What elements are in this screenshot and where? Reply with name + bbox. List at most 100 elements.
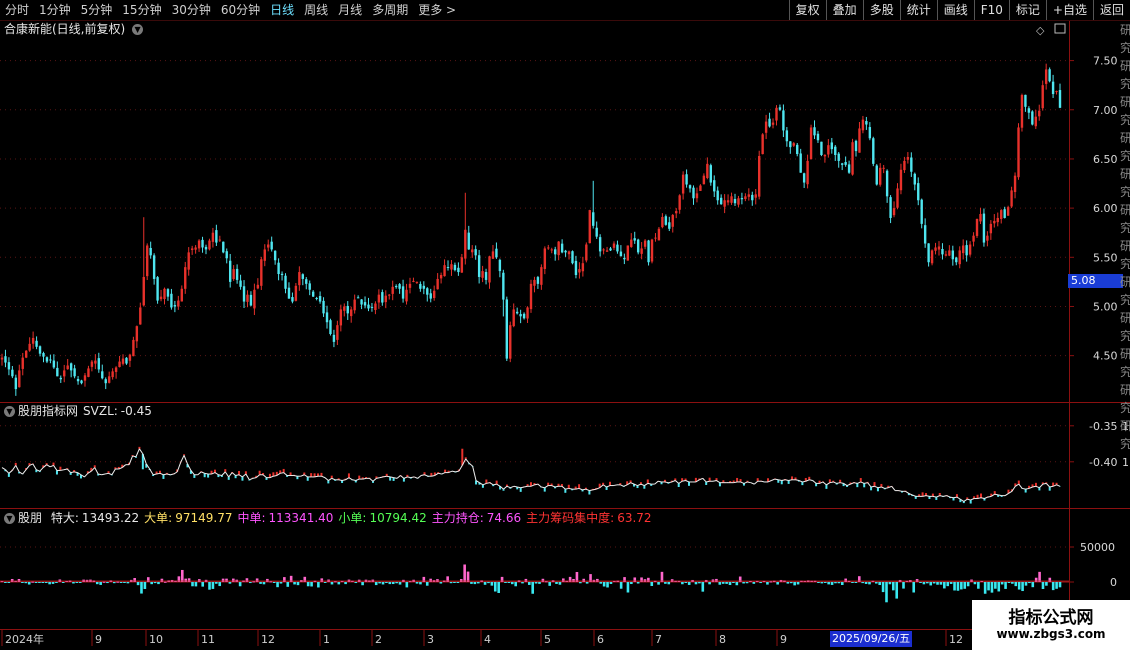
candle-body <box>816 133 820 141</box>
indicator2-bar <box>126 582 130 584</box>
candle-body <box>640 248 643 254</box>
indicator1-line <box>785 479 789 482</box>
indicator1-line <box>482 482 487 486</box>
indicator2-bar <box>48 582 51 585</box>
indicator2-bar <box>429 578 432 582</box>
indicator1-line <box>183 455 188 465</box>
indicator2-bar <box>562 578 565 582</box>
candle-body <box>301 274 305 279</box>
chevron-down-icon[interactable]: ▼ <box>4 513 15 524</box>
side-strip-char: 究 <box>1120 41 1130 55</box>
indicator2-bar <box>834 582 837 584</box>
chevron-down-icon[interactable]: ▼ <box>4 406 15 417</box>
candle-body <box>495 248 498 258</box>
indicator2-item-label: 特大: <box>50 511 79 525</box>
candle-body <box>522 313 526 319</box>
date-label: 2024年 <box>5 632 44 646</box>
indicator2-bar <box>721 582 725 584</box>
indicator1-line <box>912 494 916 497</box>
candle-body <box>76 379 80 382</box>
candle-body <box>222 241 225 253</box>
indicator1-line <box>812 480 817 484</box>
candle-body <box>616 244 619 252</box>
indicator1-line <box>877 486 882 489</box>
candle-body <box>294 285 298 301</box>
candle-body <box>515 311 519 314</box>
watermark-url: www.zbgs3.com <box>996 627 1106 641</box>
candle-body <box>408 283 412 288</box>
side-strip-char: 究 <box>1120 77 1130 91</box>
candle-body <box>163 288 166 300</box>
indicator2-bar <box>555 582 558 584</box>
candle-body <box>180 288 183 302</box>
indicator1-line <box>383 475 387 478</box>
candle-body <box>111 371 114 378</box>
indicator1-line <box>489 482 494 486</box>
candle-body <box>474 249 477 256</box>
side-strip-char: 究 <box>1120 149 1130 163</box>
indicator2-bar <box>851 582 854 583</box>
date-label: 4 <box>484 633 491 646</box>
candle-body <box>996 217 999 223</box>
indicator2-bar <box>708 582 711 585</box>
indicator2-bar <box>602 582 606 587</box>
indicator2-bar <box>830 582 834 585</box>
candle-body <box>256 284 260 289</box>
indicator1-line <box>1018 483 1023 489</box>
indicator1-line <box>420 474 425 476</box>
indicator1-name: 股朋指标网 <box>18 404 79 418</box>
side-strip-char: 究 <box>1120 113 1130 127</box>
indicator2-bar <box>473 582 477 585</box>
candle-body <box>332 334 336 342</box>
candle-body <box>208 240 211 250</box>
indicator2-bar <box>218 582 222 587</box>
candle-body <box>557 241 560 256</box>
chart-area[interactable]: 7.50 7.00 6.50 6.00 5.50 5.00 4.50 ◇ -0.35 1 -0.40… <box>0 0 1130 650</box>
indicator2-bar <box>868 582 871 585</box>
candle-body <box>509 325 512 359</box>
indicator2-bar <box>415 582 419 584</box>
indicator1-line <box>74 471 78 474</box>
indicator1-line <box>5 469 10 474</box>
candle-body <box>609 248 612 251</box>
side-strip-char: 研 <box>1120 167 1130 181</box>
indicator1-line <box>778 479 782 482</box>
candle-body <box>73 368 76 377</box>
candle-body <box>775 107 778 121</box>
indicator2-bar <box>881 582 885 593</box>
indicator2-bar <box>470 582 473 584</box>
indicator1-line <box>774 478 779 481</box>
indicator2-bar <box>361 582 364 586</box>
candle-body <box>872 138 875 164</box>
indicator1-line <box>1049 485 1054 488</box>
indicator2-bar <box>238 582 242 587</box>
current-price-label: 5.08 <box>1068 274 1123 288</box>
candle-body <box>771 122 775 125</box>
indicator2-bar <box>78 582 82 583</box>
indicator1-line <box>977 497 982 500</box>
indicator1-line <box>328 477 333 481</box>
indicator2-bar <box>524 578 528 582</box>
indicator2-bar <box>987 582 990 591</box>
indicator2-bar <box>106 582 109 584</box>
candle-body <box>879 167 882 185</box>
indicator2-bar <box>123 582 126 583</box>
price-tick-label: 5.00 <box>1093 300 1118 313</box>
candle-body <box>1051 81 1055 95</box>
candle-body <box>374 303 377 311</box>
indicator1-tick-label: -0.35 <box>1089 420 1117 433</box>
indicator1-line <box>891 485 896 491</box>
candle-body <box>184 267 187 289</box>
side-strip: 研究研究研究研究研究研究研究研究研究研究研究研究 <box>1120 21 1130 451</box>
indicator1-line <box>623 484 628 487</box>
indicator2-bar <box>140 582 143 594</box>
candle-body <box>602 249 605 251</box>
indicator2-bar <box>932 582 936 584</box>
indicator2-bar <box>296 582 300 586</box>
indicator1-line <box>654 480 659 485</box>
indicator2-bar <box>419 582 422 585</box>
indicator1-line <box>846 483 851 487</box>
candle-body <box>14 377 18 390</box>
indicator2-bar <box>388 582 392 585</box>
indicator1-line <box>967 498 971 501</box>
